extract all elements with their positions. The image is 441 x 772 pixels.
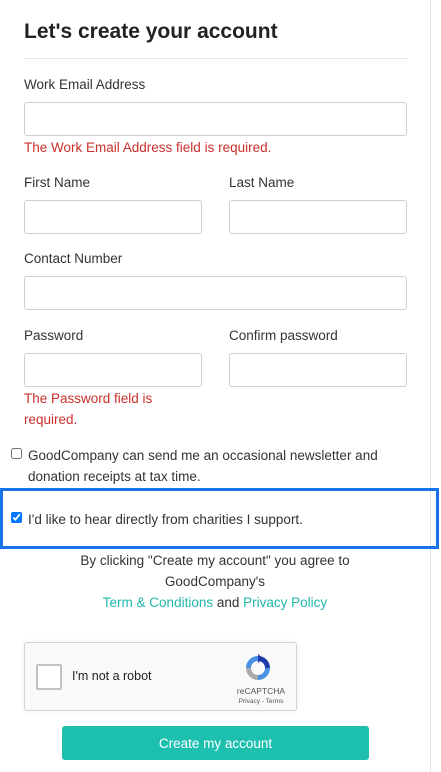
newsletter-label: GoodCompany can send me an occasional ne… — [28, 445, 378, 487]
email-field[interactable] — [24, 102, 407, 136]
page-title: Let's create your account — [24, 20, 278, 43]
newsletter-checkbox[interactable] — [11, 448, 22, 459]
password-error-line2: required. — [24, 412, 78, 427]
recaptcha-brand: reCAPTCHA — [236, 686, 286, 696]
recaptcha-checkbox[interactable] — [36, 664, 62, 690]
title-divider — [24, 58, 407, 59]
confirm-password-field[interactable] — [229, 353, 407, 387]
password-field[interactable] — [24, 353, 202, 387]
recaptcha-widget: I'm not a robot reCAPTCHA Privacy - Term… — [24, 642, 297, 711]
confirm-password-label: Confirm password — [229, 328, 338, 343]
recaptcha-separator: - — [261, 698, 264, 705]
agreement-line2: GoodCompany's — [164, 574, 266, 589]
recaptcha-logo-icon — [246, 654, 270, 680]
recaptcha-links: Privacy - Terms — [221, 698, 301, 705]
recaptcha-label: I'm not a robot — [72, 669, 152, 683]
password-error-line1: The Password field is — [24, 391, 153, 406]
newsletter-option: GoodCompany can send me an occasional ne… — [11, 445, 411, 487]
last-name-field[interactable] — [229, 200, 407, 234]
agreement-text: By clicking "Create my account" you agre… — [40, 550, 390, 613]
contact-label: Contact Number — [24, 251, 123, 266]
agreement-links: Term & Conditions and Privacy Policy — [40, 592, 390, 613]
first-name-label: First Name — [24, 175, 91, 190]
newsletter-label-line2: donation receipts at tax time. — [28, 469, 201, 484]
focus-highlight — [0, 488, 439, 549]
email-error: The Work Email Address field is required… — [24, 140, 272, 155]
password-label: Password — [24, 328, 84, 343]
email-label: Work Email Address — [24, 77, 146, 92]
agreement-and: and — [216, 595, 240, 610]
newsletter-label-line1: GoodCompany can send me an occasional ne… — [28, 448, 378, 463]
recaptcha-terms-link[interactable]: Terms — [266, 698, 284, 705]
signup-card: Let's create your account Work Email Add… — [0, 0, 431, 772]
contact-number-field[interactable] — [24, 276, 407, 310]
terms-link[interactable]: Term & Conditions — [103, 595, 213, 610]
first-name-field[interactable] — [24, 200, 202, 234]
agreement-line1: By clicking "Create my account" you agre… — [80, 553, 350, 568]
privacy-policy-link[interactable]: Privacy Policy — [243, 595, 327, 610]
last-name-label: Last Name — [229, 175, 295, 190]
recaptcha-privacy-link[interactable]: Privacy — [239, 698, 260, 705]
password-error: The Password field is required. — [24, 388, 152, 430]
create-account-button[interactable]: Create my account — [62, 726, 369, 760]
